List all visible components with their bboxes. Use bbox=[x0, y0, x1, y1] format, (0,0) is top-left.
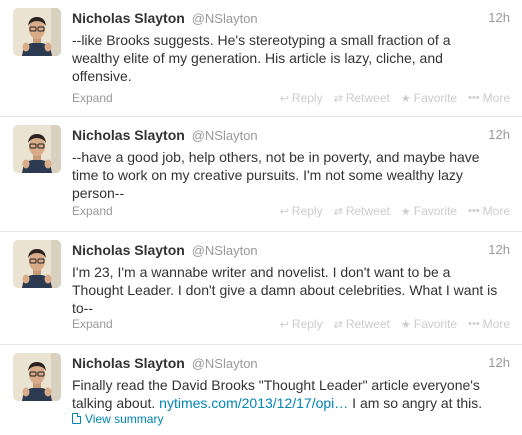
reply-button[interactable]: ↩ Reply bbox=[280, 91, 323, 105]
favorite-button[interactable]: ★ Favorite bbox=[401, 204, 457, 218]
retweet-label: Retweet bbox=[345, 91, 390, 105]
tweet-timestamp[interactable]: 12h bbox=[488, 10, 510, 25]
tweet-item[interactable]: Nicholas Slayton @NSlayton 12h Finally r… bbox=[0, 345, 522, 435]
tweet-text: I'm 23, I'm a wannabe writer and novelis… bbox=[72, 263, 512, 317]
avatar[interactable] bbox=[13, 353, 61, 401]
tweet-text-line: wealthy elite of my generation. His arti… bbox=[72, 50, 443, 66]
star-icon: ★ bbox=[400, 318, 411, 331]
retweet-icon: ⇄ bbox=[333, 92, 343, 105]
tweet-text: --like Brooks suggests. He's stereotypin… bbox=[72, 31, 512, 85]
favorite-label: Favorite bbox=[413, 204, 458, 218]
tweet-timeline: Nicholas Slayton @NSlayton 12h --like Br… bbox=[0, 0, 522, 435]
tweet-text-line: offensive. bbox=[72, 68, 132, 84]
tweet-text-line: Thought Leader. I don't give a damn abou… bbox=[72, 282, 498, 298]
tweet-item[interactable]: Nicholas Slayton @NSlayton 12h --like Br… bbox=[0, 0, 522, 117]
expand-link[interactable]: Expand bbox=[72, 317, 113, 331]
favorite-button[interactable]: ★ Favorite bbox=[401, 91, 457, 105]
tweet-timestamp[interactable]: 12h bbox=[488, 355, 510, 370]
star-icon: ★ bbox=[400, 205, 411, 218]
author-handle[interactable]: @NSlayton bbox=[192, 11, 258, 26]
retweet-label: Retweet bbox=[345, 204, 390, 218]
tweet-text-line: Finally read the David Brooks "Thought L… bbox=[72, 377, 480, 393]
more-button[interactable]: ••• More bbox=[468, 317, 510, 331]
more-button[interactable]: ••• More bbox=[468, 204, 510, 218]
reply-label: Reply bbox=[291, 91, 323, 105]
tweet-actions: ↩ Reply ⇄ Retweet ★ Favorite ••• More bbox=[280, 204, 510, 218]
more-button[interactable]: ••• More bbox=[468, 91, 510, 105]
tweet-timestamp[interactable]: 12h bbox=[488, 242, 510, 257]
tweet-text-line: time to work on my creative pursuits. I'… bbox=[72, 167, 463, 183]
reply-icon: ↩ bbox=[279, 92, 289, 105]
tweet-text-line: talking about. nytimes.com/2013/12/17/op… bbox=[72, 394, 512, 412]
tweet-text-line: --have a good job, help others, not be i… bbox=[72, 149, 480, 165]
tweet-item[interactable]: Nicholas Slayton @NSlayton 12h --have a … bbox=[0, 117, 522, 232]
tweet-actions: ↩ Reply ⇄ Retweet ★ Favorite ••• More bbox=[280, 317, 510, 331]
document-icon bbox=[72, 413, 81, 424]
retweet-icon: ⇄ bbox=[333, 318, 343, 331]
avatar[interactable] bbox=[13, 8, 61, 56]
more-label: More bbox=[482, 91, 510, 105]
tweet-header: Nicholas Slayton @NSlayton 12h bbox=[72, 355, 510, 373]
view-summary-link[interactable]: View summary bbox=[72, 412, 163, 426]
reply-button[interactable]: ↩ Reply bbox=[280, 317, 323, 331]
author-name[interactable]: Nicholas Slayton bbox=[72, 127, 185, 143]
more-label: More bbox=[482, 317, 510, 331]
retweet-button[interactable]: ⇄ Retweet bbox=[334, 204, 390, 218]
author-name[interactable]: Nicholas Slayton bbox=[72, 10, 185, 26]
author-handle[interactable]: @NSlayton bbox=[192, 243, 258, 258]
tweet-timestamp[interactable]: 12h bbox=[488, 127, 510, 142]
avatar[interactable] bbox=[13, 240, 61, 288]
reply-icon: ↩ bbox=[279, 318, 289, 331]
more-label: More bbox=[482, 204, 510, 218]
retweet-button[interactable]: ⇄ Retweet bbox=[334, 317, 390, 331]
more-dots-icon: ••• bbox=[468, 205, 480, 217]
reply-label: Reply bbox=[291, 317, 323, 331]
tweet-item[interactable]: Nicholas Slayton @NSlayton 12h I'm 23, I… bbox=[0, 232, 522, 345]
retweet-label: Retweet bbox=[345, 317, 390, 331]
author-name[interactable]: Nicholas Slayton bbox=[72, 355, 185, 371]
favorite-label: Favorite bbox=[413, 317, 458, 331]
more-dots-icon: ••• bbox=[468, 92, 480, 104]
expand-link[interactable]: Expand bbox=[72, 204, 113, 218]
tweet-text: Finally read the David Brooks "Thought L… bbox=[72, 376, 512, 412]
tweet-url-link[interactable]: nytimes.com/2013/12/17/opi… bbox=[159, 395, 348, 411]
tweet-text-line: --like Brooks suggests. He's stereotypin… bbox=[72, 32, 451, 48]
author-handle[interactable]: @NSlayton bbox=[192, 356, 258, 371]
star-icon: ★ bbox=[400, 92, 411, 105]
author-handle[interactable]: @NSlayton bbox=[192, 128, 258, 143]
tweet-text: --have a good job, help others, not be i… bbox=[72, 148, 512, 202]
tweet-text-segment: talking about. bbox=[72, 395, 160, 411]
retweet-icon: ⇄ bbox=[333, 205, 343, 218]
tweet-actions: ↩ Reply ⇄ Retweet ★ Favorite ••• More bbox=[280, 91, 510, 105]
favorite-button[interactable]: ★ Favorite bbox=[401, 317, 457, 331]
author-name[interactable]: Nicholas Slayton bbox=[72, 242, 185, 258]
tweet-text-segment: I am so angry at this. bbox=[348, 395, 483, 411]
tweet-header: Nicholas Slayton @NSlayton 12h bbox=[72, 127, 510, 145]
reply-icon: ↩ bbox=[279, 205, 289, 218]
tweet-text-line: to-- bbox=[72, 300, 93, 316]
tweet-header: Nicholas Slayton @NSlayton 12h bbox=[72, 242, 510, 260]
view-summary-label: View summary bbox=[85, 412, 164, 426]
reply-button[interactable]: ↩ Reply bbox=[280, 204, 323, 218]
tweet-header: Nicholas Slayton @NSlayton 12h bbox=[72, 10, 510, 28]
reply-label: Reply bbox=[291, 204, 323, 218]
avatar[interactable] bbox=[13, 125, 61, 173]
tweet-text-line: I'm 23, I'm a wannabe writer and novelis… bbox=[72, 264, 451, 280]
more-dots-icon: ••• bbox=[468, 318, 480, 330]
expand-link[interactable]: Expand bbox=[72, 91, 113, 105]
favorite-label: Favorite bbox=[413, 91, 458, 105]
tweet-text-line: person-- bbox=[72, 185, 125, 201]
retweet-button[interactable]: ⇄ Retweet bbox=[334, 91, 390, 105]
